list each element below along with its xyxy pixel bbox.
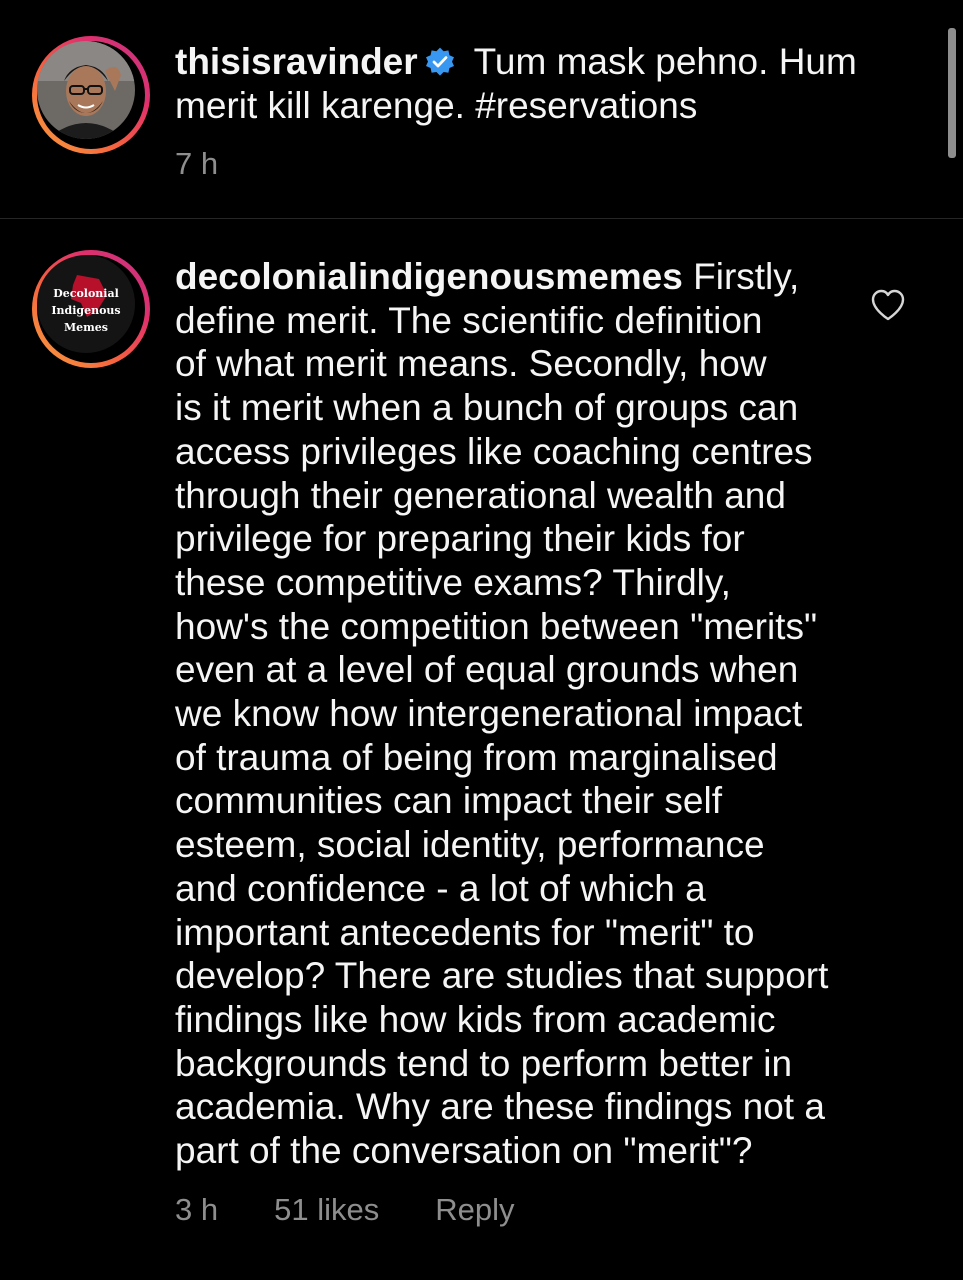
avatar-photo	[37, 41, 135, 139]
comment-username[interactable]: decolonialindigenousmemes	[175, 256, 683, 297]
reply-button[interactable]: Reply	[435, 1192, 514, 1228]
comment-body: Firstly, define merit. The scientific de…	[175, 256, 829, 1172]
comment-avatar[interactable]: Decolonial Indigenous Memes	[32, 250, 150, 368]
logo-line-1: Decolonial	[53, 287, 119, 300]
avatar-logo: Decolonial Indigenous Memes	[37, 255, 135, 353]
verified-badge-icon	[425, 47, 454, 76]
caption-avatar[interactable]	[32, 36, 150, 154]
caption-timestamp: 7 h	[175, 146, 219, 181]
caption-text-block: thisisravinder Tum mask pehno. Hum merit…	[175, 40, 875, 128]
heart-outline-icon[interactable]	[870, 288, 906, 322]
likes-count[interactable]: 51 likes	[274, 1192, 379, 1228]
post-caption: thisisravinder Tum mask pehno. Hum merit…	[0, 0, 963, 218]
comment-meta: 3 h 51 likes Reply	[175, 1192, 514, 1228]
comment-timestamp: 3 h	[175, 1192, 219, 1227]
logo-line-3: Memes	[64, 321, 108, 334]
caption-username[interactable]: thisisravinder	[175, 41, 418, 82]
comment-text-block: decolonialindigenousmemes Firstly, defin…	[175, 255, 855, 1173]
logo-line-2: Indigenous	[51, 304, 120, 317]
divider	[0, 218, 963, 219]
